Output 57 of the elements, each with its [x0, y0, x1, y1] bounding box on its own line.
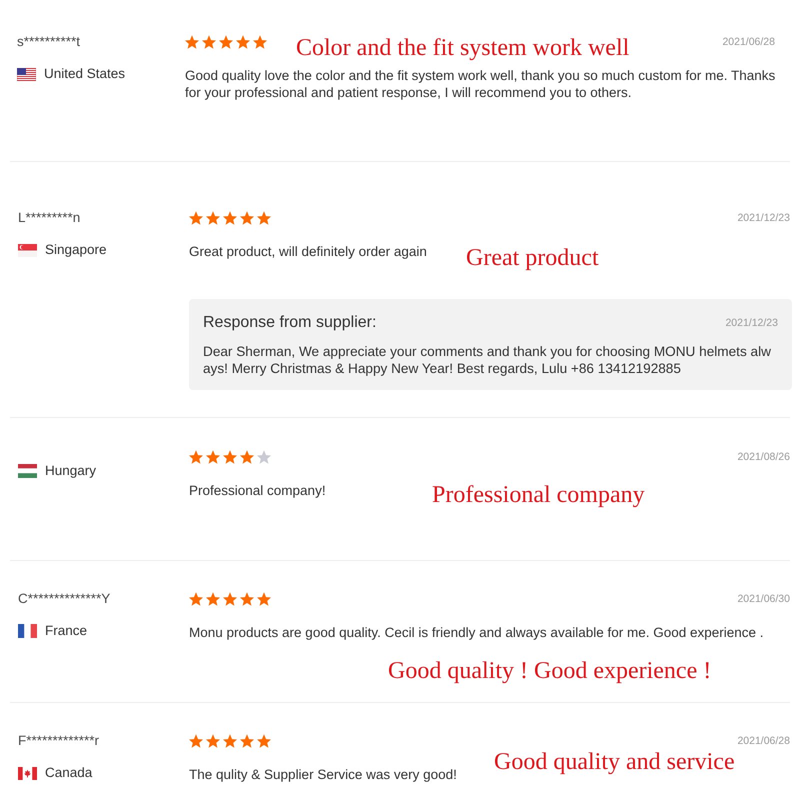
star-icon	[189, 450, 203, 464]
star-icon	[223, 592, 237, 606]
star-icon	[223, 450, 237, 464]
review-date: 2021/06/28	[722, 35, 775, 49]
star-icon	[189, 592, 203, 606]
star-icon	[219, 35, 233, 49]
star-icon	[189, 734, 203, 748]
star-icon	[240, 592, 254, 606]
star-icon	[223, 211, 237, 225]
star-icon	[206, 592, 220, 606]
star-icon	[206, 211, 220, 225]
annotation-text: Good quality and service	[494, 748, 735, 776]
review-text: Great product, will definitely order again	[189, 243, 427, 260]
france-flag-icon	[18, 624, 37, 638]
country-name: Canada	[45, 764, 92, 782]
star-icon	[202, 35, 216, 49]
country-name: United States	[44, 65, 126, 83]
star-icon	[206, 734, 220, 748]
reviewer-name: L*********n	[18, 209, 80, 227]
star-icon	[185, 35, 199, 49]
reviewer-name: F*************r	[18, 732, 100, 750]
review-text: The qulity & Supplier Service was very good!	[189, 766, 457, 783]
star-icon	[257, 734, 271, 748]
review-date: 2021/08/26	[737, 450, 790, 464]
annotation-text: Professional company	[432, 481, 645, 509]
response-date: 2021/12/23	[725, 316, 778, 330]
reviewer-name: C**************Y	[18, 590, 110, 608]
response-title: Response from supplier:	[203, 313, 376, 333]
country-name: Hungary	[45, 462, 96, 480]
annotation-text: Color and the fit system work well	[296, 34, 630, 62]
star-icon	[253, 35, 267, 49]
response-text: Dear Sherman, We appreciate your comments and thank you for choosing MONU helmets always! Merry Christmas & Happy New Year! Best regards, Lulu +86 13412192885	[203, 343, 772, 377]
review-date: 2021/12/23	[737, 211, 790, 225]
us-flag-icon	[17, 68, 36, 80]
country-name: Singapore	[45, 241, 107, 259]
annotation-text: Great product	[466, 244, 599, 272]
country-name: France	[45, 622, 88, 640]
star-icon	[257, 211, 271, 225]
star-icon	[223, 734, 237, 748]
annotation-text: Good quality ! Good experience !	[388, 657, 712, 685]
star-icon	[257, 592, 271, 606]
hungary-flag-icon	[18, 464, 37, 478]
star-icon	[240, 450, 254, 464]
singapore-flag-icon	[18, 244, 37, 256]
star-icon	[236, 35, 250, 49]
review-date: 2021/06/30	[737, 592, 790, 606]
reviewer-name: s**********t	[17, 33, 80, 51]
review-text: Good quality love the color and the fit system work well, thank you so much custom for me. Thanks for your professional and patient response, I will recommend you to others.	[185, 67, 776, 101]
star-icon	[189, 211, 203, 225]
canada-flag-icon	[18, 766, 37, 780]
review-text: Monu products are good quality. Cecil is friendly and always available for me. Good experience .	[189, 624, 764, 641]
review-text: Professional company!	[189, 482, 326, 499]
review-date: 2021/06/28	[737, 734, 790, 748]
empty-star-icon	[257, 450, 271, 464]
star-icon	[240, 734, 254, 748]
star-icon	[240, 211, 254, 225]
star-icon	[206, 450, 220, 464]
